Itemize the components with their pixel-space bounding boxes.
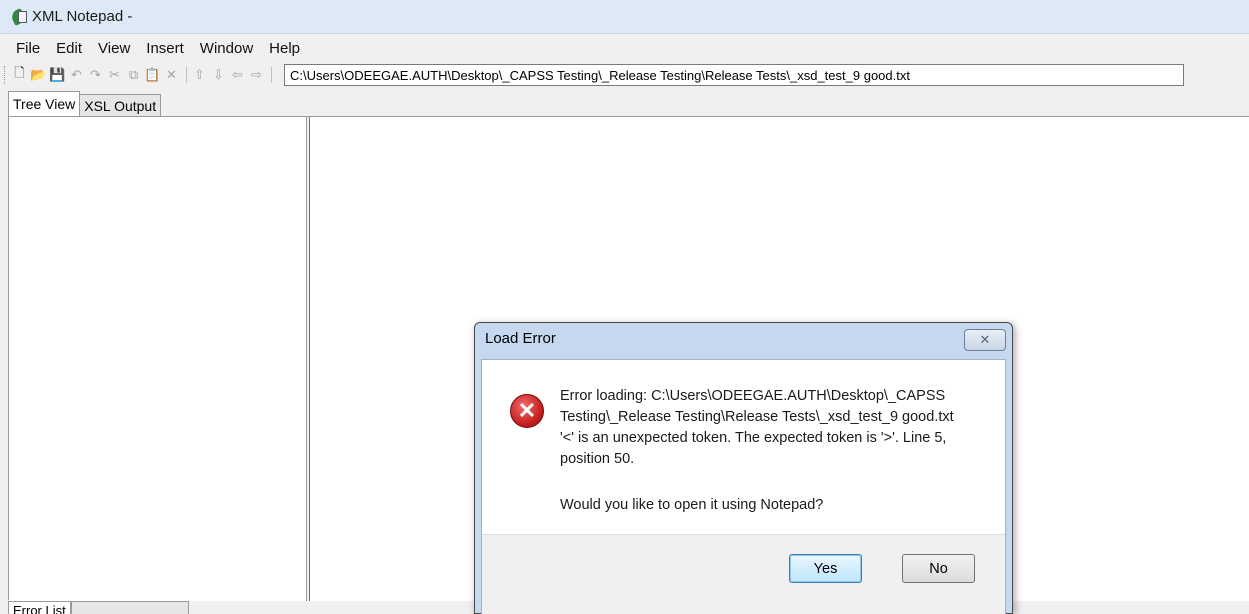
error-icon: ✕ — [510, 394, 544, 428]
delete-icon[interactable]: ✕ — [163, 65, 180, 85]
error-message: Error loading: C:\Users\ODEEGAE.AUTH\Des… — [560, 386, 990, 470]
menu-view[interactable]: View — [90, 38, 138, 59]
tab-tree-view[interactable]: Tree View — [8, 91, 81, 116]
file-path-input[interactable]: C:\Users\ODEEGAE.AUTH\Desktop\_CAPSS Tes… — [284, 64, 1184, 86]
xml-notepad-window: XML Notepad - File Edit View Insert Wind… — [0, 0, 1249, 614]
load-error-dialog: Load Error ✕ ✕ Error loading: C:\Users\O… — [474, 322, 1013, 614]
paste-icon[interactable]: 📋 — [144, 65, 161, 85]
title-bar: XML Notepad - — [0, 0, 1249, 34]
menu-file[interactable]: File — [8, 38, 48, 59]
toolbar-separator — [186, 67, 187, 83]
no-button[interactable]: No — [902, 554, 975, 583]
nudge-left-icon[interactable]: ⇦ — [229, 65, 246, 85]
menu-edit[interactable]: Edit — [48, 38, 90, 59]
undo-icon[interactable]: ↶ — [68, 65, 85, 85]
dialog-body: ✕ Error loading: C:\Users\ODEEGAE.AUTH\D… — [481, 359, 1006, 614]
dialog-question: Would you like to open it using Notepad? — [560, 497, 824, 513]
dialog-button-bar: Yes No — [482, 534, 1005, 614]
toolbar: 🗋 📂 💾 ↶ ↷ ✂ ⧉ 📋 ✕ ⇧ ⇩ ⇦ ⇨ C:\Users\ODEEG… — [0, 61, 1249, 89]
new-icon[interactable]: 🗋 — [11, 65, 28, 85]
view-tabs: Tree View XSL Output — [8, 91, 162, 116]
open-icon[interactable]: 📂 — [30, 65, 47, 85]
dialog-title: Load Error — [485, 330, 556, 347]
tree-pane[interactable] — [9, 117, 306, 601]
toolbar-separator — [271, 67, 272, 83]
menu-bar: File Edit View Insert Window Help — [0, 36, 1249, 60]
save-icon[interactable]: 💾 — [49, 65, 66, 85]
bottom-tabs: Error List — [8, 601, 189, 614]
yes-button[interactable]: Yes — [789, 554, 862, 583]
tab-xsl-output[interactable]: XSL Output — [79, 94, 162, 116]
error-message-line: position 50. — [560, 451, 635, 467]
error-message-line: Error loading: C:\Users\ODEEGAE.AUTH\Des… — [560, 388, 946, 404]
window-title: XML Notepad - — [32, 8, 133, 25]
nudge-up-icon[interactable]: ⇧ — [191, 65, 208, 85]
copy-icon[interactable]: ⧉ — [125, 65, 142, 85]
xml-notepad-icon — [9, 7, 28, 26]
tab-error-list[interactable]: Error List — [8, 601, 71, 614]
redo-icon[interactable]: ↷ — [87, 65, 104, 85]
menu-window[interactable]: Window — [192, 38, 261, 59]
close-icon[interactable]: ✕ — [964, 329, 1006, 351]
nudge-down-icon[interactable]: ⇩ — [210, 65, 227, 85]
toolbar-grip[interactable] — [4, 66, 7, 84]
error-message-line: Testing\_Release Testing\Release Tests\_… — [560, 409, 954, 425]
menu-insert[interactable]: Insert — [138, 38, 192, 59]
error-message-line: '<' is an unexpected token. The expected… — [560, 430, 947, 446]
tab-dynamic-help[interactable] — [70, 601, 189, 614]
menu-help[interactable]: Help — [261, 38, 308, 59]
nudge-right-icon[interactable]: ⇨ — [248, 65, 265, 85]
cut-icon[interactable]: ✂ — [106, 65, 123, 85]
